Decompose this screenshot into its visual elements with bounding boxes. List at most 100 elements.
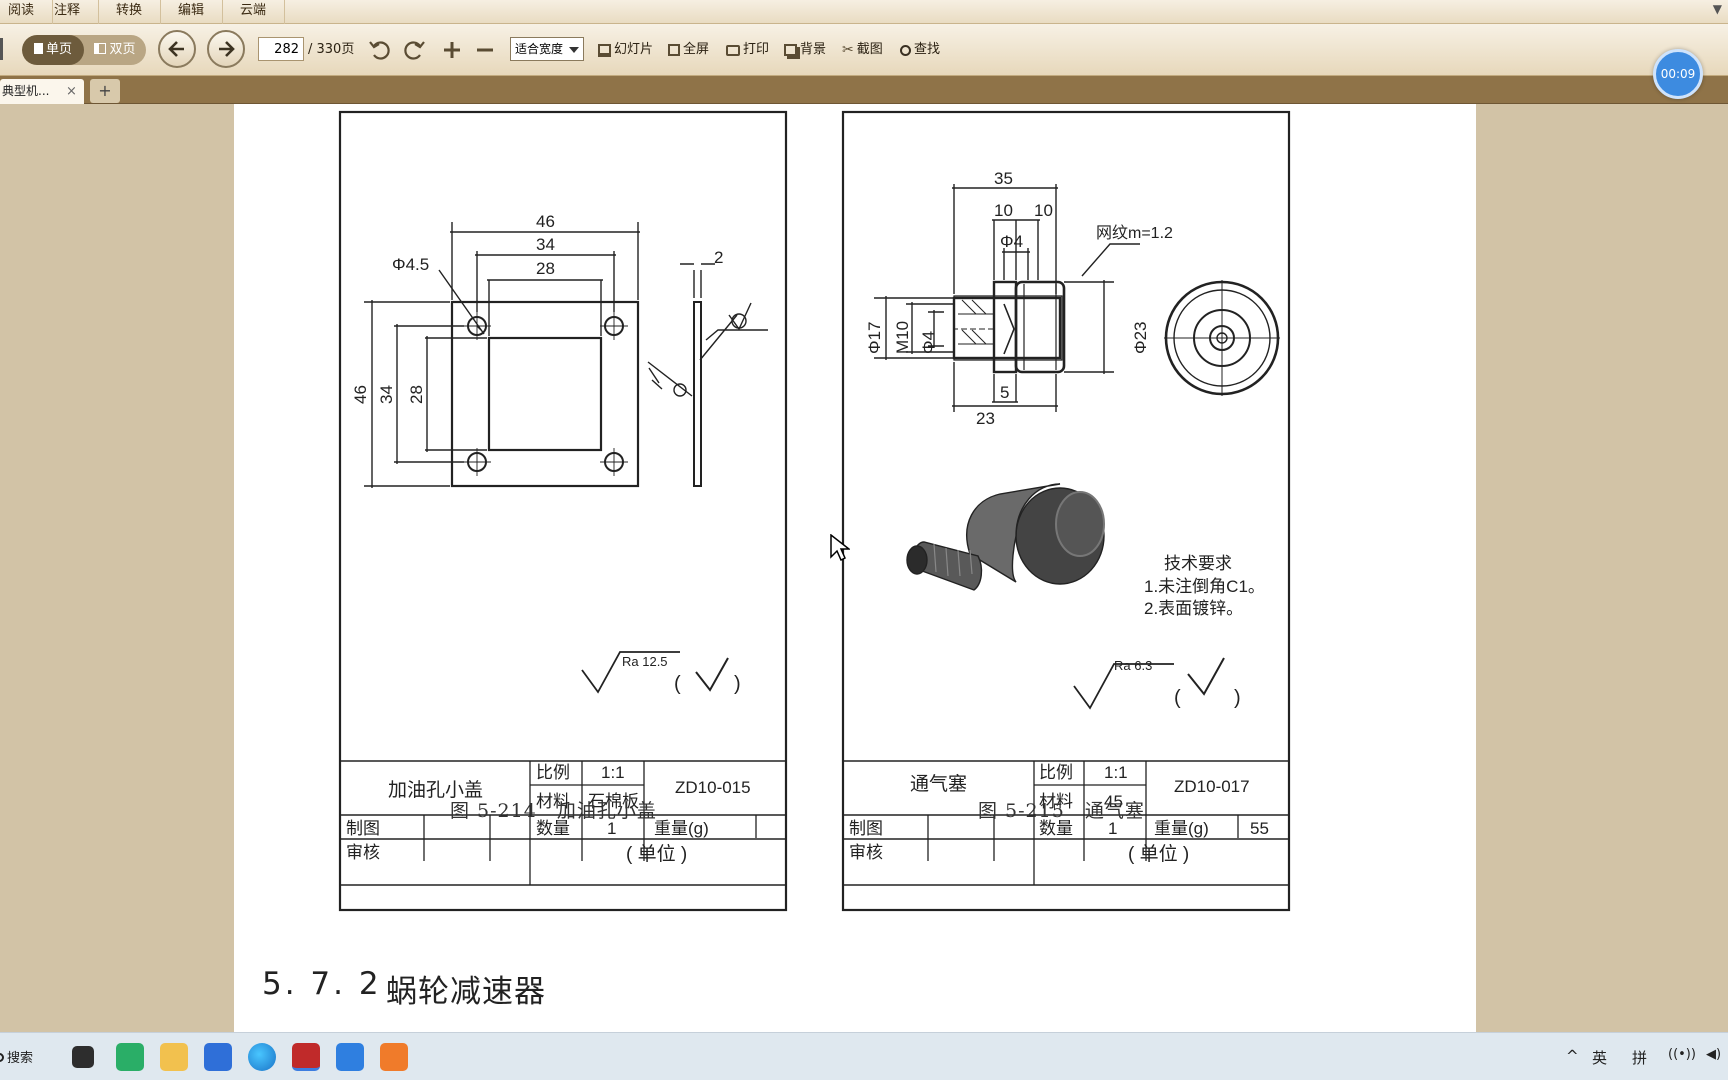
roughness-paren-open: ( [674,673,681,695]
dim-knurl: 网纹m=1.2 [1096,224,1173,242]
menu-tab-edit[interactable]: 编辑 [160,0,224,24]
wechat-icon[interactable] [116,1043,144,1071]
menu-bar: 阅读 注释 转换 编辑 云端 ▼ [0,0,1728,24]
section-number: 5. 7. 2 [262,966,382,1002]
ime-mode[interactable]: 拼 [1632,1047,1647,1068]
file-explorer-icon[interactable] [160,1043,188,1071]
weight-label-215: 重量(g) [1154,819,1209,838]
pdf-reader-icon[interactable] [380,1043,408,1071]
taskbar-search-label: 搜索 [7,1051,34,1066]
dim-35: 35 [994,169,1013,188]
printer-icon [726,44,740,56]
zoom-select[interactable]: 适合宽度 [510,37,584,61]
drawing-code: ZD10-015 [675,778,751,797]
figure-caption-215: 图 5-215 通气塞 [978,800,1145,822]
dim-phi4-side: Φ4 [919,331,938,354]
print-button[interactable]: 打印 [726,35,769,65]
chevron-down-icon [569,47,579,53]
taskbar-search[interactable]: 搜索 [0,1047,33,1066]
drawn-label-215: 制图 [849,819,883,838]
fullscreen-icon [668,44,680,56]
single-page-label: 单页 [45,42,72,57]
rotate-left-icon[interactable] [368,38,392,62]
dim-thickness: 2 [714,248,723,267]
new-tab-button[interactable]: + [90,79,120,103]
rotate-right-icon[interactable] [402,38,426,62]
screenshot-button[interactable]: ✂ 截图 [842,35,883,65]
zoom-out-icon[interactable] [475,40,495,60]
dim-46-top: 46 [536,212,555,231]
double-page-icon [94,43,107,54]
checked-label-215: 审核 [849,843,883,862]
menu-tab-convert[interactable]: 转换 [98,0,162,24]
dim-34-left: 34 [377,385,396,404]
breather-plug-render [906,483,1105,591]
menu-tab-cloud[interactable]: 云端 [222,0,286,24]
fullscreen-button[interactable]: 全屏 [668,35,709,65]
zoom-value: 适合宽度 [515,42,564,56]
double-page-button[interactable]: 双页 [84,35,146,65]
unit-label: ( 单位 ) [626,843,687,865]
find-button[interactable]: 查找 [900,35,940,65]
print-label: 打印 [743,42,770,57]
scale-value: 1:1 [601,763,625,782]
dim-m10: M10 [893,321,912,354]
slideshow-button[interactable]: 幻灯片 [598,35,653,65]
arrow-left-icon [168,41,184,57]
fullscreen-label: 全屏 [683,42,710,57]
roughness-ra: Ra 12.5 [622,654,668,669]
scissors-icon: ✂ [842,42,854,58]
zoom-in-icon[interactable] [442,40,462,60]
drawn-label: 制图 [346,819,380,838]
page-icon [33,43,43,54]
collapse-ribbon-icon[interactable]: ▼ [1713,2,1722,16]
wifi-icon[interactable]: ((•)) [1668,1047,1696,1062]
roughness-paren-close: ) [734,673,741,695]
dim-5: 5 [1000,383,1009,402]
prev-page-button[interactable] [158,30,196,68]
view-mode-toggle: 单页 双页 [22,35,146,65]
part-name-215: 通气塞 [910,773,967,795]
dim-10a: 10 [994,201,1013,220]
double-page-label: 双页 [109,42,136,57]
recording-timer[interactable]: 00:09 [1653,49,1703,99]
next-page-button[interactable] [207,30,245,68]
dim-phi17: Φ17 [865,322,884,354]
roughness-paren-open-215: ( [1174,687,1181,709]
page-total: / 330页 [308,42,355,57]
taskbar: 搜索 ^ 英 拼 ((•)) ◀) [0,1032,1728,1080]
roughness-paren-close-215: ) [1234,687,1241,709]
menu-tab-annotate[interactable]: 注释 [36,0,100,24]
toolbar: 单页 双页 / 330页 适合宽度 幻灯片 全屏 打印 背景 ✂截图 查找 [0,24,1728,76]
edge-browser-icon[interactable] [248,1043,276,1071]
document-tab-title: 典型机... [2,84,50,98]
solidworks-icon[interactable] [292,1043,320,1071]
scale-value-215: 1:1 [1104,763,1128,782]
dim-46-left: 46 [351,385,370,404]
tech-req-2: 2.表面镀锌。 [1144,599,1243,618]
dim-phi23: Φ23 [1131,322,1150,354]
background-label: 背景 [800,42,827,57]
scale-label-215: 比例 [1039,763,1073,782]
tech-req-title: 技术要求 [1164,554,1232,573]
background-icon [784,44,797,56]
volume-icon[interactable]: ◀) [1706,1047,1721,1062]
mouse-cursor-icon [830,534,850,562]
weight-label: 重量(g) [654,819,709,838]
dim-28-left: 28 [407,385,426,404]
background-button[interactable]: 背景 [784,35,826,65]
task-view-icon[interactable] [72,1046,94,1068]
dim-phi4-top: Φ4 [1000,232,1023,251]
page-number-input[interactable] [258,37,304,61]
document-tab[interactable]: 典型机... × [0,79,84,104]
single-page-button[interactable]: 单页 [22,35,84,65]
roughness-ra-215: Ra 6.3 [1114,658,1152,673]
dim-hole: Φ4.5 [392,255,429,274]
ime-language[interactable]: 英 [1592,1047,1607,1068]
chevron-up-icon[interactable]: ^ [1566,1047,1579,1065]
arrow-right-icon [219,41,235,57]
store-icon[interactable] [204,1043,232,1071]
app-star-icon[interactable] [336,1043,364,1071]
weight-value-215: 55 [1250,819,1269,838]
close-icon[interactable]: × [66,79,77,104]
